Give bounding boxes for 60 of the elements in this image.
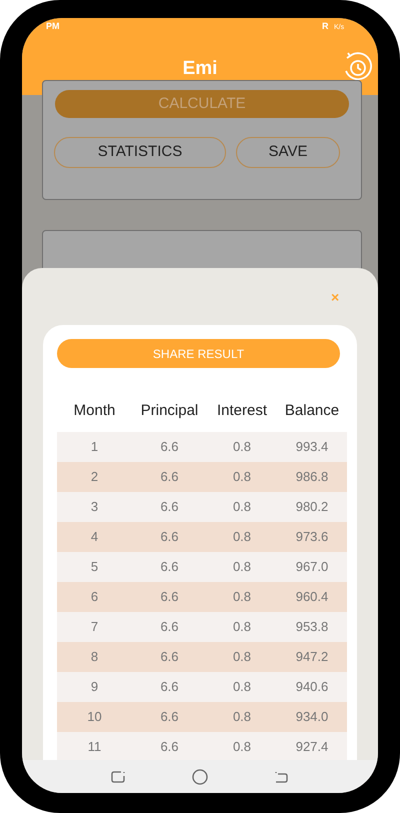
table-cell-text: 1 bbox=[90, 438, 100, 456]
table-cell-text: 0.8 bbox=[232, 588, 252, 606]
table-cell-text: 960.4 bbox=[294, 588, 330, 606]
table-cell-text: 5 bbox=[90, 558, 100, 576]
table-cell-text: 3 bbox=[90, 498, 100, 516]
table-cell-text: 9 bbox=[90, 678, 100, 696]
table-cell-text: 0.8 bbox=[232, 468, 252, 486]
table-cell-text: 6.6 bbox=[159, 708, 180, 726]
table-cell-text: 0.8 bbox=[232, 648, 252, 666]
table-cell-text: 6.6 bbox=[159, 678, 180, 696]
table-cell-text: 0.8 bbox=[232, 438, 252, 456]
table-cell-text: 10 bbox=[86, 708, 103, 726]
column-header: Principal bbox=[140, 400, 200, 421]
table-cell-text: 0.8 bbox=[232, 498, 252, 516]
table-cell-text: 6.6 bbox=[159, 498, 180, 516]
table-cell-text: 0.8 bbox=[232, 708, 252, 726]
back-icon[interactable] bbox=[273, 770, 289, 784]
table-cell-text: 967.0 bbox=[294, 558, 330, 576]
status-time: PM bbox=[46, 20, 60, 33]
table-cell-text: 4 bbox=[90, 528, 100, 546]
table-cell-text: 6.6 bbox=[159, 618, 180, 636]
table-cell-text: 0.8 bbox=[232, 678, 252, 696]
table-cell-text: 986.8 bbox=[294, 468, 330, 486]
action-button[interactable]: STATISTICS bbox=[54, 137, 226, 168]
history-icon[interactable] bbox=[343, 50, 373, 82]
table-cell-text: 0.8 bbox=[232, 618, 252, 636]
table-cell-text: 934.0 bbox=[294, 708, 330, 726]
home-icon[interactable] bbox=[192, 768, 208, 784]
recents-icon[interactable] bbox=[111, 770, 127, 784]
table-cell-text: 953.8 bbox=[294, 618, 330, 636]
close-icon[interactable]: × bbox=[331, 290, 340, 304]
column-header: Interest bbox=[216, 400, 268, 421]
status-network: R bbox=[322, 20, 328, 33]
table-cell-text: 7 bbox=[90, 618, 100, 636]
action-button[interactable]: SAVE bbox=[236, 137, 340, 168]
table-cell-text: 973.6 bbox=[294, 528, 330, 546]
table-cell-text: 2 bbox=[90, 468, 100, 486]
calculate-button[interactable]: CALCULATE bbox=[55, 90, 349, 118]
table-cell-text: 0.8 bbox=[232, 558, 252, 576]
column-header: Month bbox=[72, 400, 116, 421]
table-cell-text: 8 bbox=[90, 648, 100, 666]
table-cell-text: 980.2 bbox=[294, 498, 330, 516]
table-cell-text: 6.6 bbox=[159, 648, 180, 666]
table-cell-text: 6 bbox=[90, 588, 100, 606]
column-header: Balance bbox=[284, 400, 340, 421]
table-cell-text: 947.2 bbox=[294, 648, 330, 666]
table-cell-text: 927.4 bbox=[294, 738, 330, 756]
table-cell-text: 6.6 bbox=[159, 438, 180, 456]
app-title: Emi bbox=[182, 57, 218, 81]
table-cell-text: 6.6 bbox=[159, 738, 180, 756]
table-cell-text: 11 bbox=[86, 738, 102, 756]
table-cell-text: 6.6 bbox=[159, 528, 180, 546]
table-cell-text: 0.8 bbox=[232, 528, 252, 546]
table-cell-text: 6.6 bbox=[159, 558, 180, 576]
table-cell-text: 0.8 bbox=[232, 738, 252, 756]
table-cell-text: 6.6 bbox=[159, 468, 180, 486]
table-cell-text: 940.6 bbox=[294, 678, 330, 696]
share-result-button[interactable]: SHARE RESULT bbox=[57, 339, 340, 368]
table-cell-text: 993.4 bbox=[294, 438, 330, 456]
table-cell-text: 6.6 bbox=[159, 588, 180, 606]
